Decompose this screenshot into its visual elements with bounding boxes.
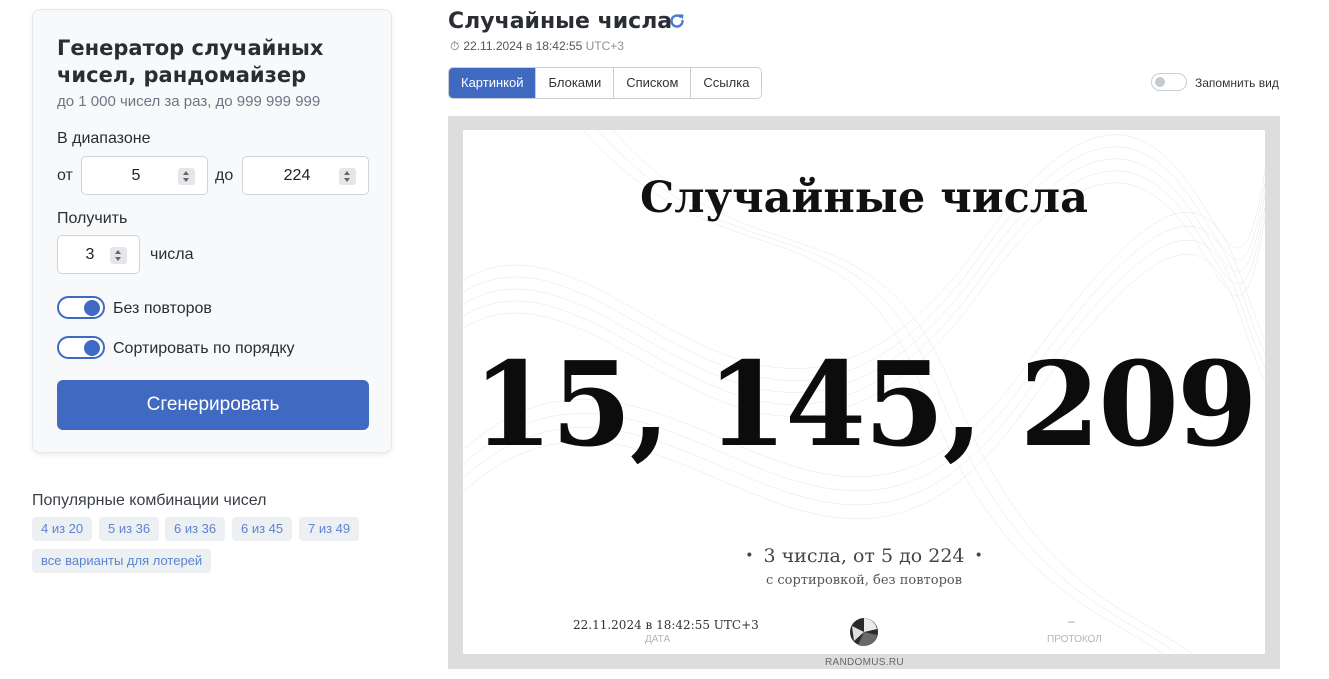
generator-subtitle: до 1 000 чисел за раз, до 999 999 999 (57, 93, 321, 110)
stopwatch-icon: ⏱ (450, 39, 460, 53)
to-label: до (215, 167, 234, 184)
bullet-icon: • (974, 548, 983, 564)
tab-image[interactable]: Картинкой (449, 68, 537, 98)
timestamp: ⏱ 22.11.2024 в 18:42:55 UTC+3 (450, 39, 624, 54)
refresh-icon[interactable] (668, 12, 686, 30)
sort-toggle[interactable] (57, 336, 105, 359)
result-date-caption: ДАТА (645, 634, 671, 645)
to-stepper-icon[interactable] (339, 168, 356, 185)
chip-7-of-49[interactable]: 7 из 49 (299, 517, 360, 541)
to-value: 224 (283, 167, 311, 184)
timestamp-value: 22.11.2024 в 18:42:55 (463, 39, 583, 53)
result-protocol-caption: ПРОТОКОЛ (1047, 634, 1102, 645)
chip-5-of-36[interactable]: 5 из 36 (99, 517, 160, 541)
result-protocol-value: – (1068, 614, 1075, 628)
chip-6-of-45[interactable]: 6 из 45 (232, 517, 293, 541)
result-numbers: 15, 145, 209 (472, 337, 1257, 473)
from-value: 5 (131, 167, 141, 184)
from-input[interactable]: 5 (81, 156, 208, 195)
chip-4-of-20[interactable]: 4 из 20 (32, 517, 93, 541)
toggle-knob (1155, 77, 1165, 87)
toggle-knob (84, 300, 100, 316)
tab-list[interactable]: Списком (614, 68, 692, 98)
result-image: Случайные числа 15, 145, 209 • 3 числа, о… (463, 130, 1265, 654)
to-input[interactable]: 224 (242, 156, 369, 195)
result-date: 22.11.2024 в 18:42:55 UTC+3 (573, 618, 759, 632)
result-description-text: 3 числа, от 5 до 224 (763, 545, 965, 567)
page-title: Случайные числа (448, 9, 673, 34)
view-tabs: Картинкой Блоками Списком Ссылка (448, 67, 763, 99)
brand-caption: RANDOMUS.RU (825, 657, 904, 668)
chip-6-of-36[interactable]: 6 из 36 (165, 517, 226, 541)
result-subdescription: с сортировкой, без повторов (765, 573, 963, 588)
result-description: • 3 числа, от 5 до 224 • (463, 545, 1265, 567)
bullet-icon: • (745, 548, 754, 564)
range-label: В диапазоне (57, 130, 151, 147)
randomus-logo-icon (850, 618, 878, 647)
from-label: от (57, 167, 73, 184)
no-repeat-label: Без повторов (113, 300, 212, 317)
tab-link[interactable]: Ссылка (691, 68, 762, 98)
count-unit: числа (150, 246, 194, 263)
from-stepper-icon[interactable] (178, 168, 195, 185)
count-stepper-icon[interactable] (110, 247, 127, 264)
generate-button[interactable]: Сгенерировать (57, 380, 369, 430)
result-image-frame: Случайные числа 15, 145, 209 • 3 числа, о… (448, 116, 1280, 669)
sort-label: Сортировать по порядку (113, 340, 295, 357)
toggle-knob (84, 340, 100, 356)
chip-all-lotteries[interactable]: все варианты для лотерей (32, 549, 212, 573)
timezone: UTC+3 (585, 39, 624, 53)
generator-title: Генератор случайных чисел, рандомайзер (57, 36, 324, 87)
result-title: Случайные числа (640, 173, 1088, 223)
remember-view-toggle[interactable] (1151, 73, 1187, 91)
get-label: Получить (57, 210, 128, 227)
remember-view-label: Запомнить вид (1195, 76, 1279, 90)
count-input[interactable]: 3 (57, 235, 140, 274)
popular-title: Популярные комбинации чисел (32, 492, 267, 509)
no-repeat-toggle[interactable] (57, 296, 105, 319)
generator-card: Генератор случайных чисел, рандомайзер д… (32, 9, 392, 453)
tab-blocks[interactable]: Блоками (536, 68, 615, 98)
